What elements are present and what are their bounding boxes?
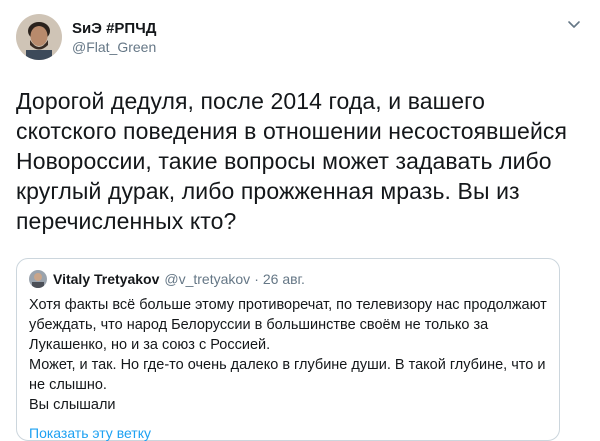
author-handle[interactable]: @Flat_Green xyxy=(72,38,156,56)
tweet-text: Дорогой дедуля, после 2014 года, и вашег… xyxy=(16,88,568,234)
quoted-author-avatar xyxy=(29,270,47,288)
author-avatar[interactable] xyxy=(16,14,62,60)
tweet-card: SиЭ #РПЧД @Flat_Green Дорогой дедуля, по… xyxy=(0,0,600,441)
quoted-text-line: Хотя факты всё больше этому противоречат… xyxy=(29,297,547,353)
quoted-tweet-date: 26 авг. xyxy=(262,271,305,287)
chevron-down-icon[interactable] xyxy=(566,16,582,32)
author-names: SиЭ #РПЧД @Flat_Green xyxy=(72,19,156,56)
author-display-name[interactable]: SиЭ #РПЧД xyxy=(72,19,156,38)
quoted-text-line: Может, и так. Но где-то очень далеко в г… xyxy=(29,357,546,393)
show-thread-link[interactable]: Показать эту ветку xyxy=(29,425,547,441)
quoted-author-handle: @v_tretyakov xyxy=(164,271,251,287)
quoted-tweet-text: Хотя факты всё больше этому противоречат… xyxy=(29,295,547,415)
dot-separator: · xyxy=(254,271,259,287)
quoted-tweet-header: Vitaly Tretyakov @v_tretyakov · 26 авг. xyxy=(29,269,547,289)
quoted-author-name: Vitaly Tretyakov xyxy=(53,271,160,287)
quoted-text-line: Вы слышали xyxy=(29,397,116,413)
quoted-tweet[interactable]: Vitaly Tretyakov @v_tretyakov · 26 авг. … xyxy=(16,258,560,441)
tweet-header: SиЭ #РПЧД @Flat_Green xyxy=(16,12,584,62)
